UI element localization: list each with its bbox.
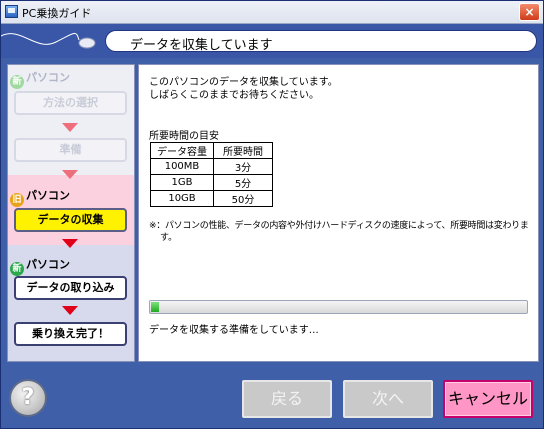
time-table-caption: 所要時間の目安 [149, 131, 219, 142]
step-prepare: 準備 [14, 138, 127, 162]
collection-progress-bar [149, 300, 528, 314]
table-header: データ容量 [150, 142, 214, 159]
footer-bar: ? 戻る 次へ キャンセル [1, 365, 543, 428]
step-sidebar: 新パソコン 方法の選択 準備 旧パソコン データの収集 新パソコン データの取り… [7, 64, 135, 362]
table-header-row: データ容量 所要時間 [150, 142, 273, 159]
table-cell: 1GB [150, 174, 214, 191]
back-button[interactable]: 戻る [242, 380, 332, 418]
step-collect-data: データの収集 [14, 208, 127, 232]
title-bar: PC乗換ガイド × [1, 1, 543, 24]
header-title-pill: データを収集しています [105, 30, 537, 53]
table-cell: 10GB [150, 190, 214, 207]
new-pc-badge-icon: 新 [10, 75, 24, 89]
status-text: データを収集する準備をしています… [149, 325, 319, 336]
step-import-data: データの取り込み [14, 276, 127, 300]
table-row: 10GB 50分 [150, 190, 273, 207]
new-pc-badge-icon: 新 [10, 262, 24, 276]
table-row: 1GB 5分 [150, 174, 273, 191]
time-estimate-table: データ容量 所要時間 100MB 3分 1GB 5分 10GB 50分 [150, 142, 273, 207]
table-cell: 100MB [150, 158, 214, 175]
old-pc-badge-icon: 旧 [10, 193, 24, 207]
arrow-down-icon [62, 170, 78, 179]
mouse-cable-icon [1, 33, 96, 49]
arrow-down-icon [62, 239, 78, 248]
main-content: このパソコンのデータを収集しています。 しばらくこのままでお待ちください。 所要… [138, 64, 539, 362]
intro-text-line-2: しばらくこのままでお待ちください。 [149, 90, 319, 101]
arrow-down-icon [62, 306, 78, 315]
table-cell: 3分 [213, 158, 273, 175]
app-window: PC乗換ガイド × データを収集しています 新パソコン 方法の選択 準備 旧パソ… [0, 0, 544, 429]
table-header: 所要時間 [213, 142, 273, 159]
help-button[interactable]: ? [9, 379, 47, 417]
app-icon [5, 5, 18, 18]
arrow-down-icon [62, 123, 78, 132]
progress-fill [151, 302, 159, 312]
page-header: データを収集しています [1, 24, 543, 58]
close-button[interactable]: × [519, 3, 540, 21]
table-cell: 5分 [213, 174, 273, 191]
table-row: 100MB 3分 [150, 158, 273, 175]
cancel-button[interactable]: キャンセル [443, 380, 533, 418]
table-cell: 50分 [213, 190, 273, 207]
section-old-pc: 旧パソコン [10, 187, 70, 207]
section-new-pc-bottom: 新パソコン [10, 256, 70, 276]
page-title: データを収集しています [130, 38, 273, 53]
section-new-pc-top: 新パソコン [10, 69, 70, 89]
window-title: PC乗換ガイド [22, 7, 92, 20]
note-text-line-1: ※：パソコンの性能、データの内容や外付けハードディスクの速度によって、所要時間は… [149, 221, 529, 231]
step-transfer-complete: 乗り換え完了！ [14, 322, 127, 346]
step-method-select: 方法の選択 [14, 91, 127, 115]
next-button[interactable]: 次へ [343, 380, 433, 418]
note-text-line-2: す。 [160, 233, 178, 243]
